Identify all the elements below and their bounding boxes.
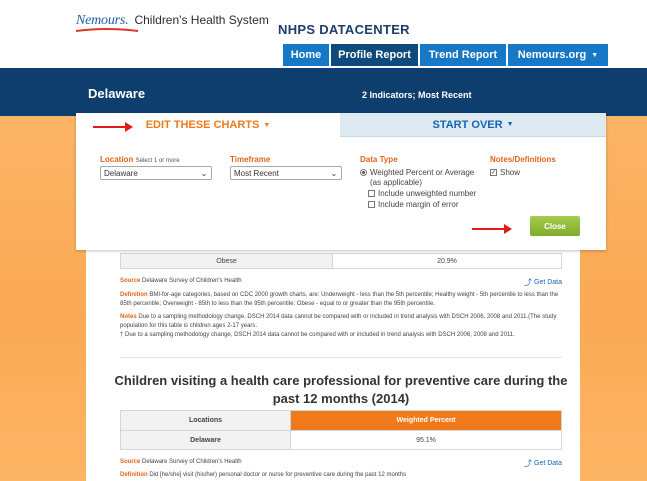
row-location: Delaware [121, 431, 291, 449]
table-row: Obese 20.9% [120, 253, 562, 269]
data-type-label: Data Type [360, 155, 398, 164]
close-button[interactable]: Close [530, 216, 580, 236]
definition-text: Definition BMI-for-age categories, based… [120, 291, 562, 309]
get-data-link[interactable]: ⤴ Get Data [524, 458, 562, 469]
nav-home[interactable]: Home [283, 44, 331, 66]
definition-body: BMI-for-age categories, based on CDC 200… [120, 292, 559, 307]
indicator-summary: 2 Indicators; Most Recent [362, 90, 472, 100]
annotation-arrow-icon [93, 122, 133, 132]
show-notes-label: Show [500, 168, 521, 177]
definition-label: Definition [120, 292, 148, 298]
state-title: Delaware [88, 86, 146, 101]
get-data-label: Get Data [534, 460, 563, 467]
definition-text: Definition Did [he/she] visit (his/her) … [120, 471, 562, 480]
notes-definitions-label: Notes/Definitions [490, 155, 556, 164]
caret-down-icon: ▼ [263, 121, 271, 129]
get-data-link[interactable]: ⤴ Get Data [524, 277, 562, 288]
show-notes-checkbox[interactable]: ✓ [490, 169, 497, 176]
location-hint: Select 1 or more [135, 158, 180, 164]
notes-label: Notes [120, 314, 137, 320]
section-title: Children visiting a health care professi… [114, 373, 568, 406]
nav-profile-report-label: Profile Report [338, 49, 411, 61]
radio-button[interactable] [360, 169, 367, 176]
nav-home-label: Home [290, 49, 322, 61]
table-header-row: Locations Weighted Percent [121, 411, 561, 430]
row-value: 95.1% [416, 436, 436, 444]
download-icon: ⤴ [524, 459, 532, 468]
weighted-radio-label: Weighted Percent or Average (as applicab… [370, 168, 475, 187]
dagger-note: † Due to a sampling methodology change, … [120, 332, 515, 338]
tab-start-over[interactable]: START OVER ▼ [340, 113, 606, 137]
source-line: Source Delaware Survey of Children's Hea… [120, 458, 242, 467]
notes-text: Notes Due to a sampling methodology chan… [120, 313, 562, 331]
source-text: Delaware Survey of Children's Health [142, 278, 242, 284]
unweighted-checkbox[interactable] [368, 190, 375, 197]
location-label-text: Location [100, 155, 134, 164]
annotation-arrow-icon [472, 224, 512, 234]
radio-dot [362, 171, 365, 174]
timeframe-value: Most Recent [234, 168, 279, 178]
edit-charts-panel: EDIT THESE CHARTS ▼ START OVER ▼ Locatio… [76, 113, 606, 250]
location-label: Location Select 1 or more [100, 155, 180, 164]
col-weighted-percent: Weighted Percent [291, 411, 561, 430]
row-value: 20.9% [437, 257, 457, 265]
notes-body: Due to a sampling methodology change, DS… [120, 314, 557, 329]
get-data-label: Get Data [534, 279, 563, 286]
margin-label: Include margin of error [378, 200, 459, 209]
source-line: Source Delaware Survey of Children's Hea… [120, 277, 242, 286]
tab-start-label: START OVER [432, 118, 503, 131]
chevron-down-icon: ⌄ [330, 168, 338, 178]
logo-system-name: Children's Health System [134, 13, 269, 27]
source-label: Source [120, 278, 141, 284]
chevron-down-icon: ⌄ [200, 168, 208, 178]
margin-option[interactable]: Include margin of error [368, 200, 458, 209]
nemours-logo[interactable]: Nemours. Children's Health System [76, 11, 269, 32]
location-value: Delaware [104, 168, 138, 178]
table-row: Delaware 95.1% [121, 430, 561, 449]
tab-edit-charts[interactable]: EDIT THESE CHARTS ▼ [76, 113, 340, 137]
section-divider [120, 357, 562, 358]
unweighted-option[interactable]: Include unweighted number [368, 189, 476, 198]
caret-down-icon: ▼ [591, 51, 599, 59]
caret-down-icon: ▼ [506, 121, 514, 128]
margin-checkbox[interactable] [368, 201, 375, 208]
col-locations: Locations [121, 411, 291, 430]
site-header: Nemours. Children's Health System NHPS D… [0, 0, 647, 68]
definition-body: Did [he/she] visit (his/her) personal do… [149, 472, 407, 478]
logo-brand: Nemours. [76, 13, 129, 28]
nav-nemours-org[interactable]: Nemours.org ▼ [508, 44, 608, 66]
timeframe-select[interactable]: Most Recent ⌄ [230, 166, 342, 180]
nav-profile-report[interactable]: Profile Report [331, 44, 420, 66]
nav-trend-report-label: Trend Report [428, 49, 498, 61]
nav-nemours-org-label: Nemours.org [517, 49, 587, 61]
weighted-radio-option[interactable]: Weighted Percent or Average (as applicab… [360, 168, 480, 188]
nav-trend-report[interactable]: Trend Report [420, 44, 508, 66]
unweighted-label: Include unweighted number [378, 189, 477, 198]
download-icon: ⤴ [524, 278, 532, 287]
source-text: Delaware Survey of Children's Health [142, 459, 242, 465]
location-select[interactable]: Delaware ⌄ [100, 166, 212, 180]
app-title: NHPS DATACENTER [278, 22, 410, 37]
source-label: Source [120, 459, 141, 465]
row-label: Obese [121, 254, 333, 268]
close-label: Close [544, 221, 566, 231]
results-table: Locations Weighted Percent Delaware 95.1… [120, 410, 562, 450]
main-nav: Home Profile Report Trend Report Nemours… [283, 44, 608, 66]
definition-label: Definition [120, 472, 148, 478]
show-notes-option[interactable]: ✓ Show [490, 168, 520, 177]
tab-edit-label: EDIT THESE CHARTS [145, 119, 260, 131]
timeframe-label: Timeframe [230, 155, 271, 164]
logo-swoosh-icon [76, 28, 138, 32]
